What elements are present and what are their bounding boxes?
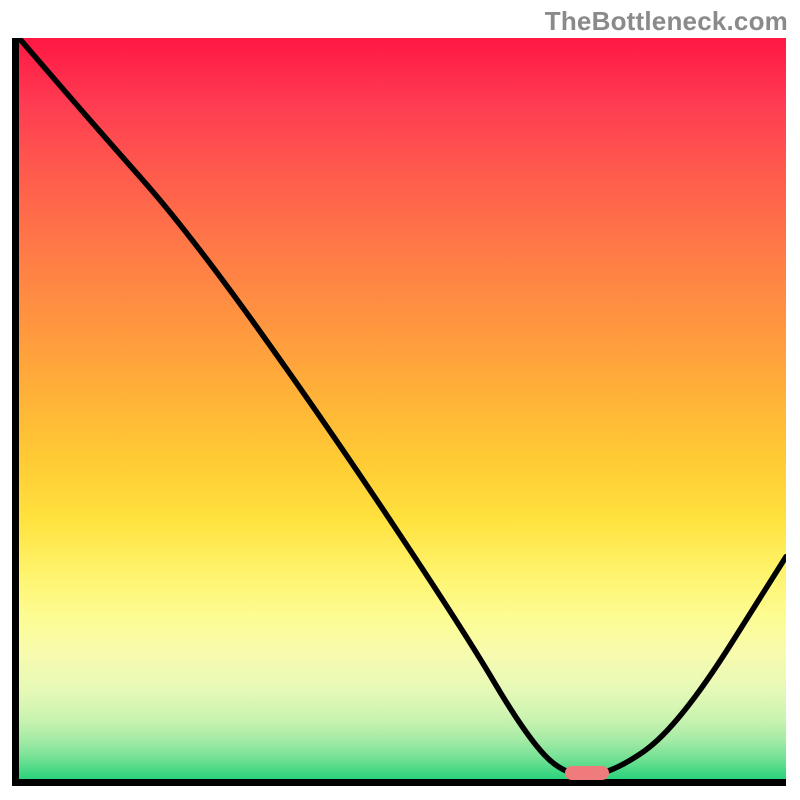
bottleneck-curve	[19, 38, 786, 779]
watermark-text: TheBottleneck.com	[545, 6, 788, 37]
optimal-marker	[565, 766, 609, 780]
chart-container: TheBottleneck.com	[0, 0, 800, 800]
plot-area	[12, 38, 786, 786]
